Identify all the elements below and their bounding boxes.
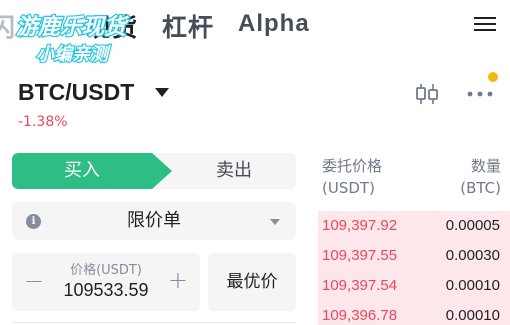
top-tab-bar: 闪 现货 杠杆 Alpha xyxy=(0,0,510,52)
menu-icon[interactable] xyxy=(474,13,496,37)
orderbook-ask-row[interactable]: 109,396.78 0.00010 xyxy=(318,301,510,325)
ask-price: 109,396.78 xyxy=(322,307,398,324)
buy-sell-toggle: 买入 卖出 xyxy=(12,153,296,189)
ask-qty: 0.00010 xyxy=(445,307,500,324)
pair-symbol[interactable]: BTC/USDT xyxy=(18,79,134,106)
buy-label[interactable]: 买入 xyxy=(12,153,152,189)
order-type-select[interactable]: i 限价单 xyxy=(12,202,296,240)
notification-dot xyxy=(488,72,498,82)
order-type-value: 限价单 xyxy=(127,210,181,231)
kline-icon[interactable] xyxy=(414,82,440,106)
price-change: -1.38% xyxy=(18,114,68,130)
qty-header-label: 数量 xyxy=(470,157,501,175)
orderbook-ask-row[interactable]: 109,397.54 0.00010 xyxy=(318,271,510,301)
price-header-unit: (USDT) xyxy=(322,179,375,197)
tab-margin[interactable]: 杠杆 xyxy=(162,8,214,44)
ask-price: 109,397.92 xyxy=(322,217,398,234)
chevron-down-icon[interactable] xyxy=(155,88,169,97)
price-header-label: 委托价格 xyxy=(322,157,383,175)
ask-qty: 0.00005 xyxy=(445,217,500,234)
ask-qty: 0.00010 xyxy=(445,277,500,294)
increase-price-button[interactable]: + xyxy=(168,266,188,294)
ask-price: 109,397.55 xyxy=(322,247,398,264)
orderbook-qty-header: 数量 (BTC) xyxy=(460,155,501,199)
tab-alpha[interactable]: Alpha xyxy=(238,10,310,38)
chevron-down-icon xyxy=(270,219,280,225)
orderbook-price-header: 委托价格 (USDT) xyxy=(322,155,382,199)
price-input[interactable]: − 价格(USDT) 109533.59 + xyxy=(12,253,200,311)
tab-spot[interactable]: 现货 xyxy=(86,8,138,44)
ask-price: 109,397.54 xyxy=(322,277,398,294)
qty-header-unit: (BTC) xyxy=(460,179,501,197)
best-price-button[interactable]: 最优价 xyxy=(208,253,296,311)
orderbook-ask-row[interactable]: 109,397.55 0.00030 xyxy=(318,241,510,271)
tab-partial[interactable]: 闪 xyxy=(0,8,16,44)
more-icon[interactable] xyxy=(466,88,494,100)
orderbook-ask-row[interactable]: 109,397.92 0.00005 xyxy=(318,211,510,241)
sell-tab[interactable]: 卖出 xyxy=(172,153,296,189)
ask-qty: 0.00030 xyxy=(445,247,500,264)
